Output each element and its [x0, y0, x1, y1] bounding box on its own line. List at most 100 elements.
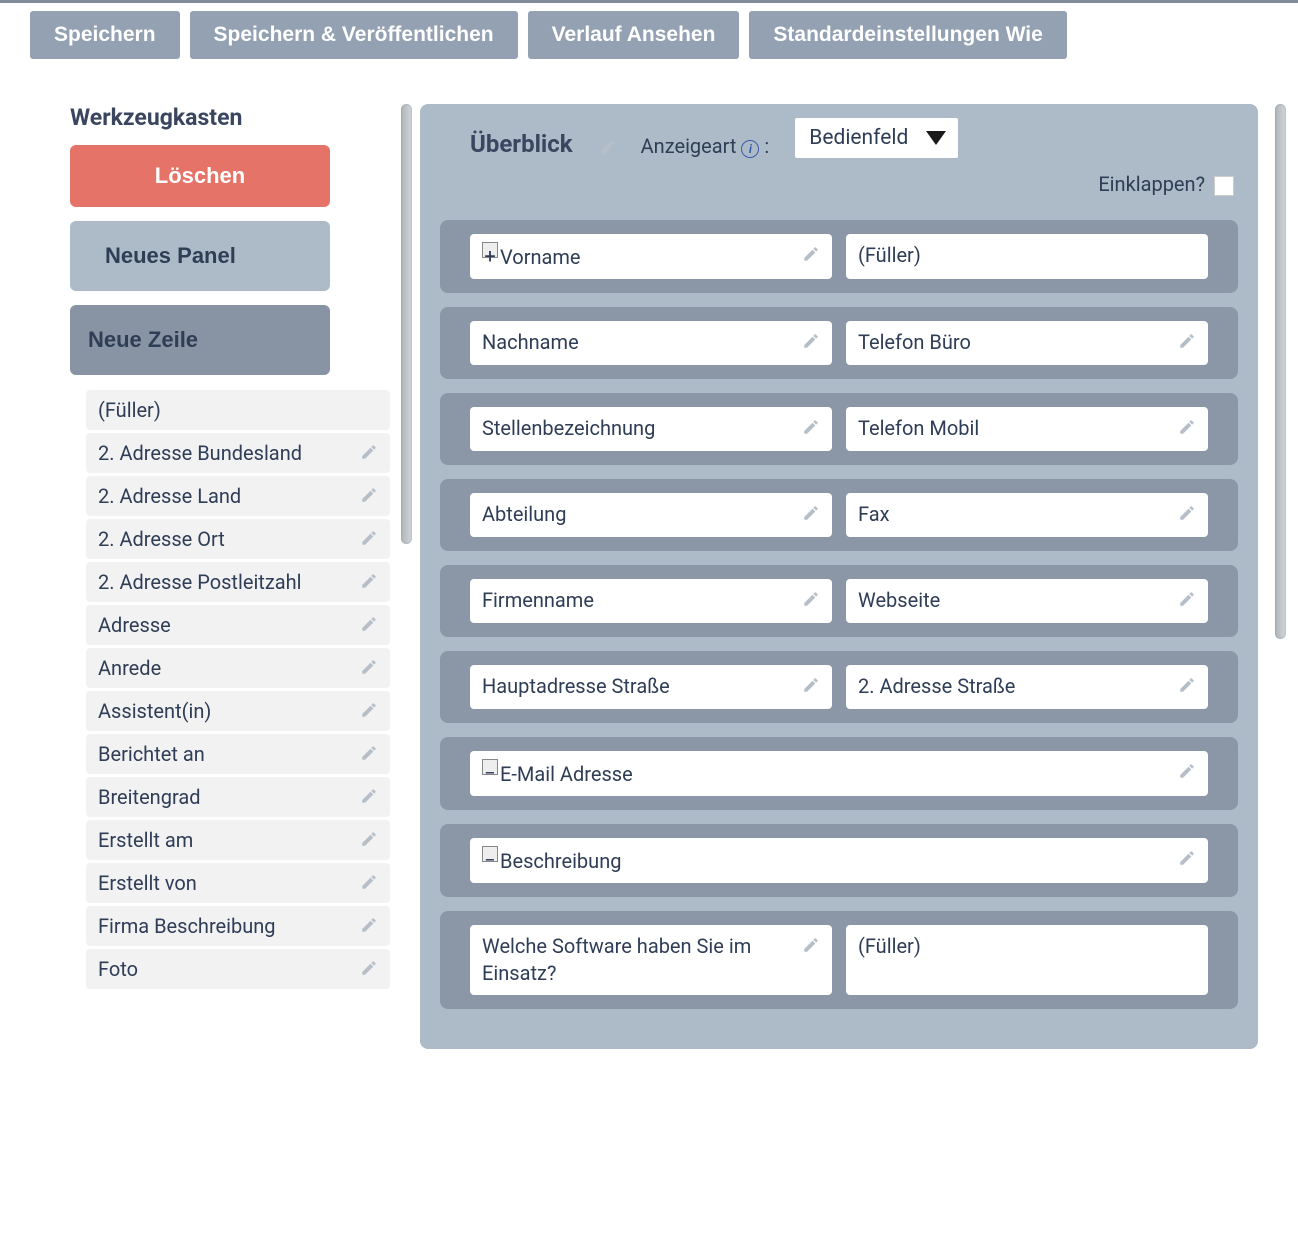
edit-panel-icon[interactable]: [599, 138, 617, 156]
edit-icon[interactable]: [360, 443, 378, 461]
toolbox-field-label: 2. Adresse Land: [98, 483, 241, 509]
layout-cell[interactable]: Webseite: [846, 579, 1208, 623]
layout-row[interactable]: −E-Mail Adresse: [440, 737, 1238, 810]
edit-icon[interactable]: [360, 744, 378, 762]
toolbox-field[interactable]: Assistent(in): [86, 691, 390, 731]
layout-cell[interactable]: 2. Adresse Straße: [846, 665, 1208, 709]
edit-icon[interactable]: [1178, 332, 1196, 350]
edit-icon[interactable]: [360, 873, 378, 891]
restore-defaults-button[interactable]: Standardeinstellungen Wie: [749, 11, 1066, 59]
new-panel-button[interactable]: Neues Panel: [70, 221, 330, 291]
collapse-checkbox[interactable]: [1214, 176, 1234, 196]
edit-icon[interactable]: [1178, 762, 1196, 780]
toolbox-field[interactable]: Adresse: [86, 605, 390, 645]
edit-icon[interactable]: [1178, 676, 1196, 694]
layout-row[interactable]: Welche Software haben Sie im Einsatz? (Fü…: [440, 911, 1238, 1009]
edit-icon[interactable]: [360, 529, 378, 547]
cell-label: Fax: [858, 501, 890, 528]
cell-label: −Beschreibung: [482, 846, 621, 875]
sidebar-scrollbar[interactable]: [401, 104, 412, 544]
view-history-button[interactable]: Verlauf Ansehen: [528, 11, 740, 59]
layout-cell[interactable]: Stellenbezeichnung: [470, 407, 832, 451]
layout-row[interactable]: Abteilung Fax: [440, 479, 1238, 551]
layout-cell[interactable]: Telefon Mobil: [846, 407, 1208, 451]
edit-icon[interactable]: [360, 959, 378, 977]
edit-icon[interactable]: [802, 245, 820, 263]
panel-title: Überblick: [470, 130, 573, 158]
toolbox-field[interactable]: Erstellt von: [86, 863, 390, 903]
toolbox-field[interactable]: Breitengrad: [86, 777, 390, 817]
edit-icon[interactable]: [360, 486, 378, 504]
layout-row[interactable]: Stellenbezeichnung Telefon Mobil: [440, 393, 1238, 465]
new-row-button[interactable]: Neue Zeile: [70, 305, 330, 375]
cell-label: Nachname: [482, 329, 579, 356]
edit-icon[interactable]: [360, 830, 378, 848]
layout-cell[interactable]: Telefon Büro: [846, 321, 1208, 365]
expand-icon[interactable]: +: [482, 242, 498, 258]
cell-label: Stellenbezeichnung: [482, 415, 655, 442]
toolbox-field[interactable]: Anrede: [86, 648, 390, 688]
layout-cell[interactable]: (Füller): [846, 925, 1208, 995]
edit-icon[interactable]: [360, 572, 378, 590]
layout-cell[interactable]: −Beschreibung: [470, 838, 1208, 883]
display-type-select[interactable]: Bedienfeld: [795, 118, 958, 158]
layout-row[interactable]: Nachname Telefon Büro: [440, 307, 1238, 379]
info-icon[interactable]: i: [741, 140, 759, 158]
save-publish-button[interactable]: Speichern & Veröffentlichen: [190, 11, 518, 59]
collapse-icon[interactable]: −: [482, 846, 498, 862]
toolbox-field[interactable]: 2. Adresse Bundesland: [86, 433, 390, 473]
edit-icon[interactable]: [802, 418, 820, 436]
layout-cell[interactable]: −E-Mail Adresse: [470, 751, 1208, 796]
cell-label: Abteilung: [482, 501, 566, 528]
cell-label: Webseite: [858, 587, 940, 614]
display-type-value: Bedienfeld: [809, 126, 908, 150]
toolbox-field-label: Erstellt am: [98, 827, 193, 853]
toolbox-field-label: 2. Adresse Ort: [98, 526, 225, 552]
layout-row[interactable]: Firmenname Webseite: [440, 565, 1238, 637]
edit-icon[interactable]: [802, 332, 820, 350]
layout-cell[interactable]: Fax: [846, 493, 1208, 537]
layout-cell[interactable]: Firmenname: [470, 579, 832, 623]
save-button[interactable]: Speichern: [30, 11, 180, 59]
toolbox-field[interactable]: 2. Adresse Ort: [86, 519, 390, 559]
edit-icon[interactable]: [802, 504, 820, 522]
cell-label: 2. Adresse Straße: [858, 673, 1015, 700]
toolbox-field[interactable]: Foto: [86, 949, 390, 989]
layout-cell[interactable]: (Füller): [846, 234, 1208, 279]
canvas-scrollbar[interactable]: [1275, 104, 1286, 639]
toolbox-field[interactable]: Berichtet an: [86, 734, 390, 774]
edit-icon[interactable]: [1178, 590, 1196, 608]
edit-icon[interactable]: [360, 787, 378, 805]
edit-icon[interactable]: [1178, 504, 1196, 522]
edit-icon[interactable]: [360, 658, 378, 676]
edit-icon[interactable]: [802, 936, 820, 954]
edit-icon[interactable]: [802, 590, 820, 608]
layout-row[interactable]: +Vorname (Füller): [440, 220, 1238, 293]
toolbox-field[interactable]: 2. Adresse Land: [86, 476, 390, 516]
edit-icon[interactable]: [360, 701, 378, 719]
toolbox-field-label: Erstellt von: [98, 870, 197, 896]
layout-cell[interactable]: Nachname: [470, 321, 832, 365]
dropdown-caret-icon: [926, 131, 946, 145]
layout-row[interactable]: Hauptadresse Straße 2. Adresse Straße: [440, 651, 1238, 723]
layout-cell[interactable]: Hauptadresse Straße: [470, 665, 832, 709]
layout-cell[interactable]: +Vorname: [470, 234, 832, 279]
toolbox-field-label: Adresse: [98, 612, 171, 638]
cell-label: Welche Software haben Sie im Einsatz?: [482, 933, 796, 987]
collapse-icon[interactable]: −: [482, 759, 498, 775]
layout-cell[interactable]: Abteilung: [470, 493, 832, 537]
edit-icon[interactable]: [360, 615, 378, 633]
layout-row[interactable]: −Beschreibung: [440, 824, 1238, 897]
top-toolbar: Speichern Speichern & Veröffentlichen Ve…: [0, 11, 1298, 74]
toolbox-field[interactable]: Erstellt am: [86, 820, 390, 860]
cell-label: −E-Mail Adresse: [482, 759, 633, 788]
toolbox-field[interactable]: Firma Beschreibung: [86, 906, 390, 946]
toolbox-field[interactable]: 2. Adresse Postleitzahl: [86, 562, 390, 602]
edit-icon[interactable]: [1178, 849, 1196, 867]
edit-icon[interactable]: [360, 916, 378, 934]
delete-button[interactable]: Löschen: [70, 145, 330, 207]
toolbox-field[interactable]: (Füller): [86, 390, 390, 430]
layout-cell[interactable]: Welche Software haben Sie im Einsatz?: [470, 925, 832, 995]
edit-icon[interactable]: [802, 676, 820, 694]
edit-icon[interactable]: [1178, 418, 1196, 436]
